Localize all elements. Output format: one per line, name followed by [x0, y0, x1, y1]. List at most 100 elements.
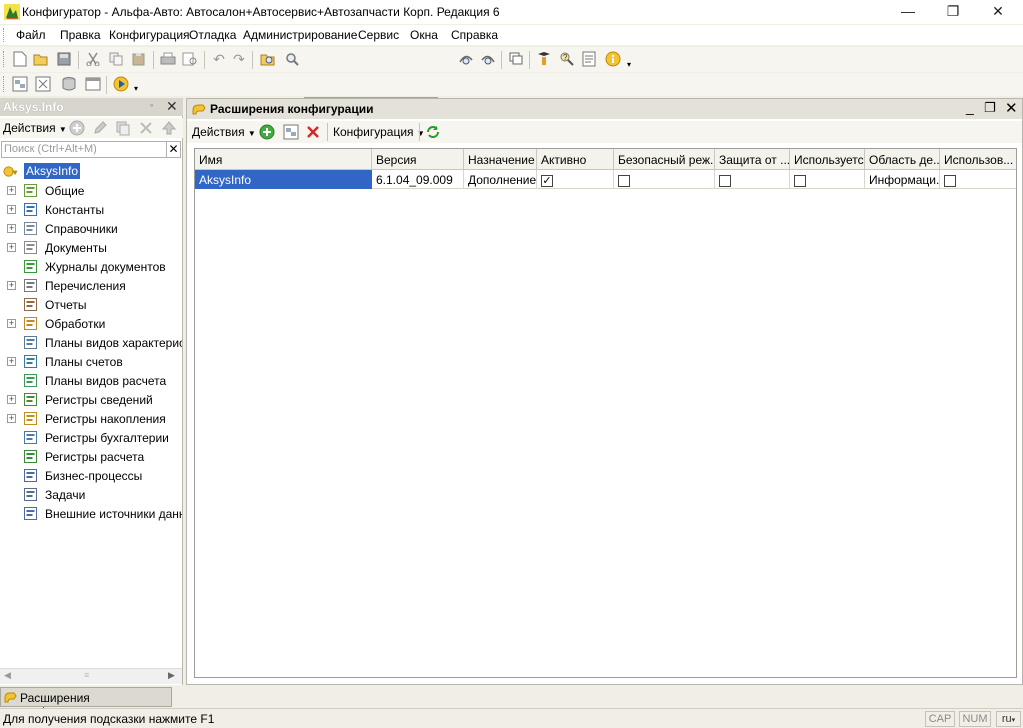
toolbar-more-icon[interactable]: ▾	[627, 60, 631, 69]
scroll-right-icon[interactable]: ▶	[168, 670, 175, 681]
menu-help[interactable]: Справка	[451, 28, 498, 42]
refresh-icon[interactable]	[425, 124, 441, 140]
new-file-icon[interactable]	[11, 50, 29, 68]
expand-icon[interactable]: +	[7, 224, 16, 233]
help-contents-icon[interactable]	[580, 50, 598, 68]
minimize-button[interactable]: —	[885, 0, 931, 24]
menu-edit[interactable]: Правка	[60, 28, 101, 42]
column-header-version[interactable]: Версия	[372, 149, 464, 170]
column-header-purpose[interactable]: Назначение	[464, 149, 537, 170]
tree-item[interactable]: Планы видов характеристик	[0, 333, 182, 352]
find-next-icon[interactable]	[457, 50, 475, 68]
column-header-scope[interactable]: Область де...	[865, 149, 940, 170]
expand-icon[interactable]: +	[7, 243, 16, 252]
open-extension-icon[interactable]	[283, 124, 299, 140]
tree-item[interactable]: + Общие	[0, 181, 182, 200]
expand-icon[interactable]: +	[7, 186, 16, 195]
menu-windows[interactable]: Окна	[410, 28, 438, 42]
column-header-protection[interactable]: Защита от ...	[715, 149, 790, 170]
find-in-files-icon[interactable]	[259, 50, 277, 68]
menu-debug[interactable]: Отладка	[189, 28, 236, 42]
tree-item[interactable]: + Перечисления	[0, 276, 182, 295]
menu-service[interactable]: Сервис	[358, 28, 399, 42]
language-indicator[interactable]: ru▾	[996, 711, 1021, 727]
tree-item[interactable]: + Регистры сведений	[0, 390, 182, 409]
column-header-name[interactable]: Имя	[195, 149, 372, 170]
open-file-icon[interactable]	[32, 50, 50, 68]
expand-icon[interactable]: +	[7, 414, 16, 423]
column-header-active[interactable]: Активно	[537, 149, 614, 170]
tree-item[interactable]: + Константы	[0, 200, 182, 219]
menu-file[interactable]: Файл	[16, 28, 46, 42]
column-header-safe-mode[interactable]: Безопасный реж...	[614, 149, 715, 170]
column-header-used[interactable]: Используется...	[790, 149, 865, 170]
column-header-use2[interactable]: Использов...	[940, 149, 1016, 170]
tree-item[interactable]: Регистры бухгалтерии	[0, 428, 182, 447]
config-tree-search-input[interactable]: Поиск (Ctrl+Alt+M)	[1, 141, 167, 158]
actions-menu-button[interactable]: Действия ▼	[3, 121, 67, 135]
expand-icon[interactable]: +	[7, 319, 16, 328]
panel-close-icon[interactable]: ✕	[166, 98, 178, 115]
save-config-icon[interactable]	[34, 75, 52, 93]
configuration-menu-button[interactable]: Конфигурация ▼	[333, 125, 425, 139]
tree-item[interactable]: + Регистры накопления	[0, 409, 182, 428]
tree-root-aksysinfo[interactable]: AksysInfo	[0, 162, 182, 181]
windows-list-icon[interactable]	[507, 50, 525, 68]
save-icon[interactable]	[55, 50, 73, 68]
used-checkbox[interactable]	[794, 174, 806, 187]
database-update-icon[interactable]	[60, 75, 78, 93]
toolbar-more-icon[interactable]: ▾	[134, 84, 138, 93]
horizontal-scrollbar[interactable]: ◀ ≡ ▶	[0, 668, 182, 684]
print-preview-icon[interactable]	[181, 50, 199, 68]
about-icon[interactable]	[604, 50, 622, 68]
open-config-icon[interactable]	[11, 75, 29, 93]
help-search-icon[interactable]: ?	[558, 50, 576, 68]
scroll-thumb-icon[interactable]: ≡	[84, 670, 89, 680]
expand-icon[interactable]: +	[7, 357, 16, 366]
copy-item-icon[interactable]	[115, 120, 131, 136]
menu-administration[interactable]: Администрирование	[243, 28, 357, 42]
tree-item[interactable]: Планы видов расчета	[0, 371, 182, 390]
edit-icon[interactable]	[92, 120, 108, 136]
protection-checkbox[interactable]	[719, 174, 731, 187]
child-close-button[interactable]: ✕	[1005, 99, 1018, 117]
syntax-helper-icon[interactable]	[535, 50, 553, 68]
use2-checkbox[interactable]	[944, 174, 956, 187]
search-icon[interactable]	[283, 50, 301, 68]
tree-item[interactable]: Внешние источники данных	[0, 504, 182, 523]
window-tab-extensions[interactable]: Расширения конфигурации	[0, 687, 172, 719]
tree-item[interactable]: Задачи	[0, 485, 182, 504]
redo-icon[interactable]: ↷	[230, 50, 248, 68]
print-icon[interactable]	[159, 50, 177, 68]
table-row[interactable]: AksysInfo	[195, 170, 372, 189]
expand-icon[interactable]: +	[7, 395, 16, 404]
tree-item[interactable]: + Планы счетов	[0, 352, 182, 371]
scroll-left-icon[interactable]: ◀	[4, 670, 11, 681]
pin-icon[interactable]: ◦	[150, 100, 153, 110]
start-debugging-icon[interactable]	[112, 75, 130, 93]
find-previous-icon[interactable]	[479, 50, 497, 68]
expand-icon[interactable]: +	[7, 281, 16, 290]
child-minimize-button[interactable]: _	[966, 99, 974, 115]
config-tree-search-clear-icon[interactable]: ✕	[167, 141, 181, 158]
safe-mode-checkbox[interactable]	[618, 174, 630, 187]
copy-icon[interactable]	[107, 50, 125, 68]
close-button[interactable]: ✕	[975, 0, 1021, 24]
extensions-actions-menu[interactable]: Действия ▼	[192, 125, 256, 139]
tree-item[interactable]: + Обработки	[0, 314, 182, 333]
tree-item[interactable]: Журналы документов	[0, 257, 182, 276]
restore-button[interactable]: ❐	[930, 0, 976, 24]
active-checkbox[interactable]: ✓	[541, 174, 553, 187]
paste-icon[interactable]	[130, 50, 148, 68]
tree-item[interactable]: Регистры расчета	[0, 447, 182, 466]
tree-item[interactable]: + Документы	[0, 238, 182, 257]
expand-icon[interactable]: +	[7, 205, 16, 214]
config-window-icon[interactable]	[84, 75, 102, 93]
add-extension-icon[interactable]	[259, 124, 275, 140]
tree-item[interactable]: + Справочники	[0, 219, 182, 238]
menu-configuration[interactable]: Конфигурация	[109, 28, 190, 42]
move-up-icon[interactable]	[161, 120, 177, 136]
delete-icon[interactable]	[138, 120, 154, 136]
undo-icon[interactable]: ↶	[210, 50, 228, 68]
tree-item[interactable]: Отчеты	[0, 295, 182, 314]
